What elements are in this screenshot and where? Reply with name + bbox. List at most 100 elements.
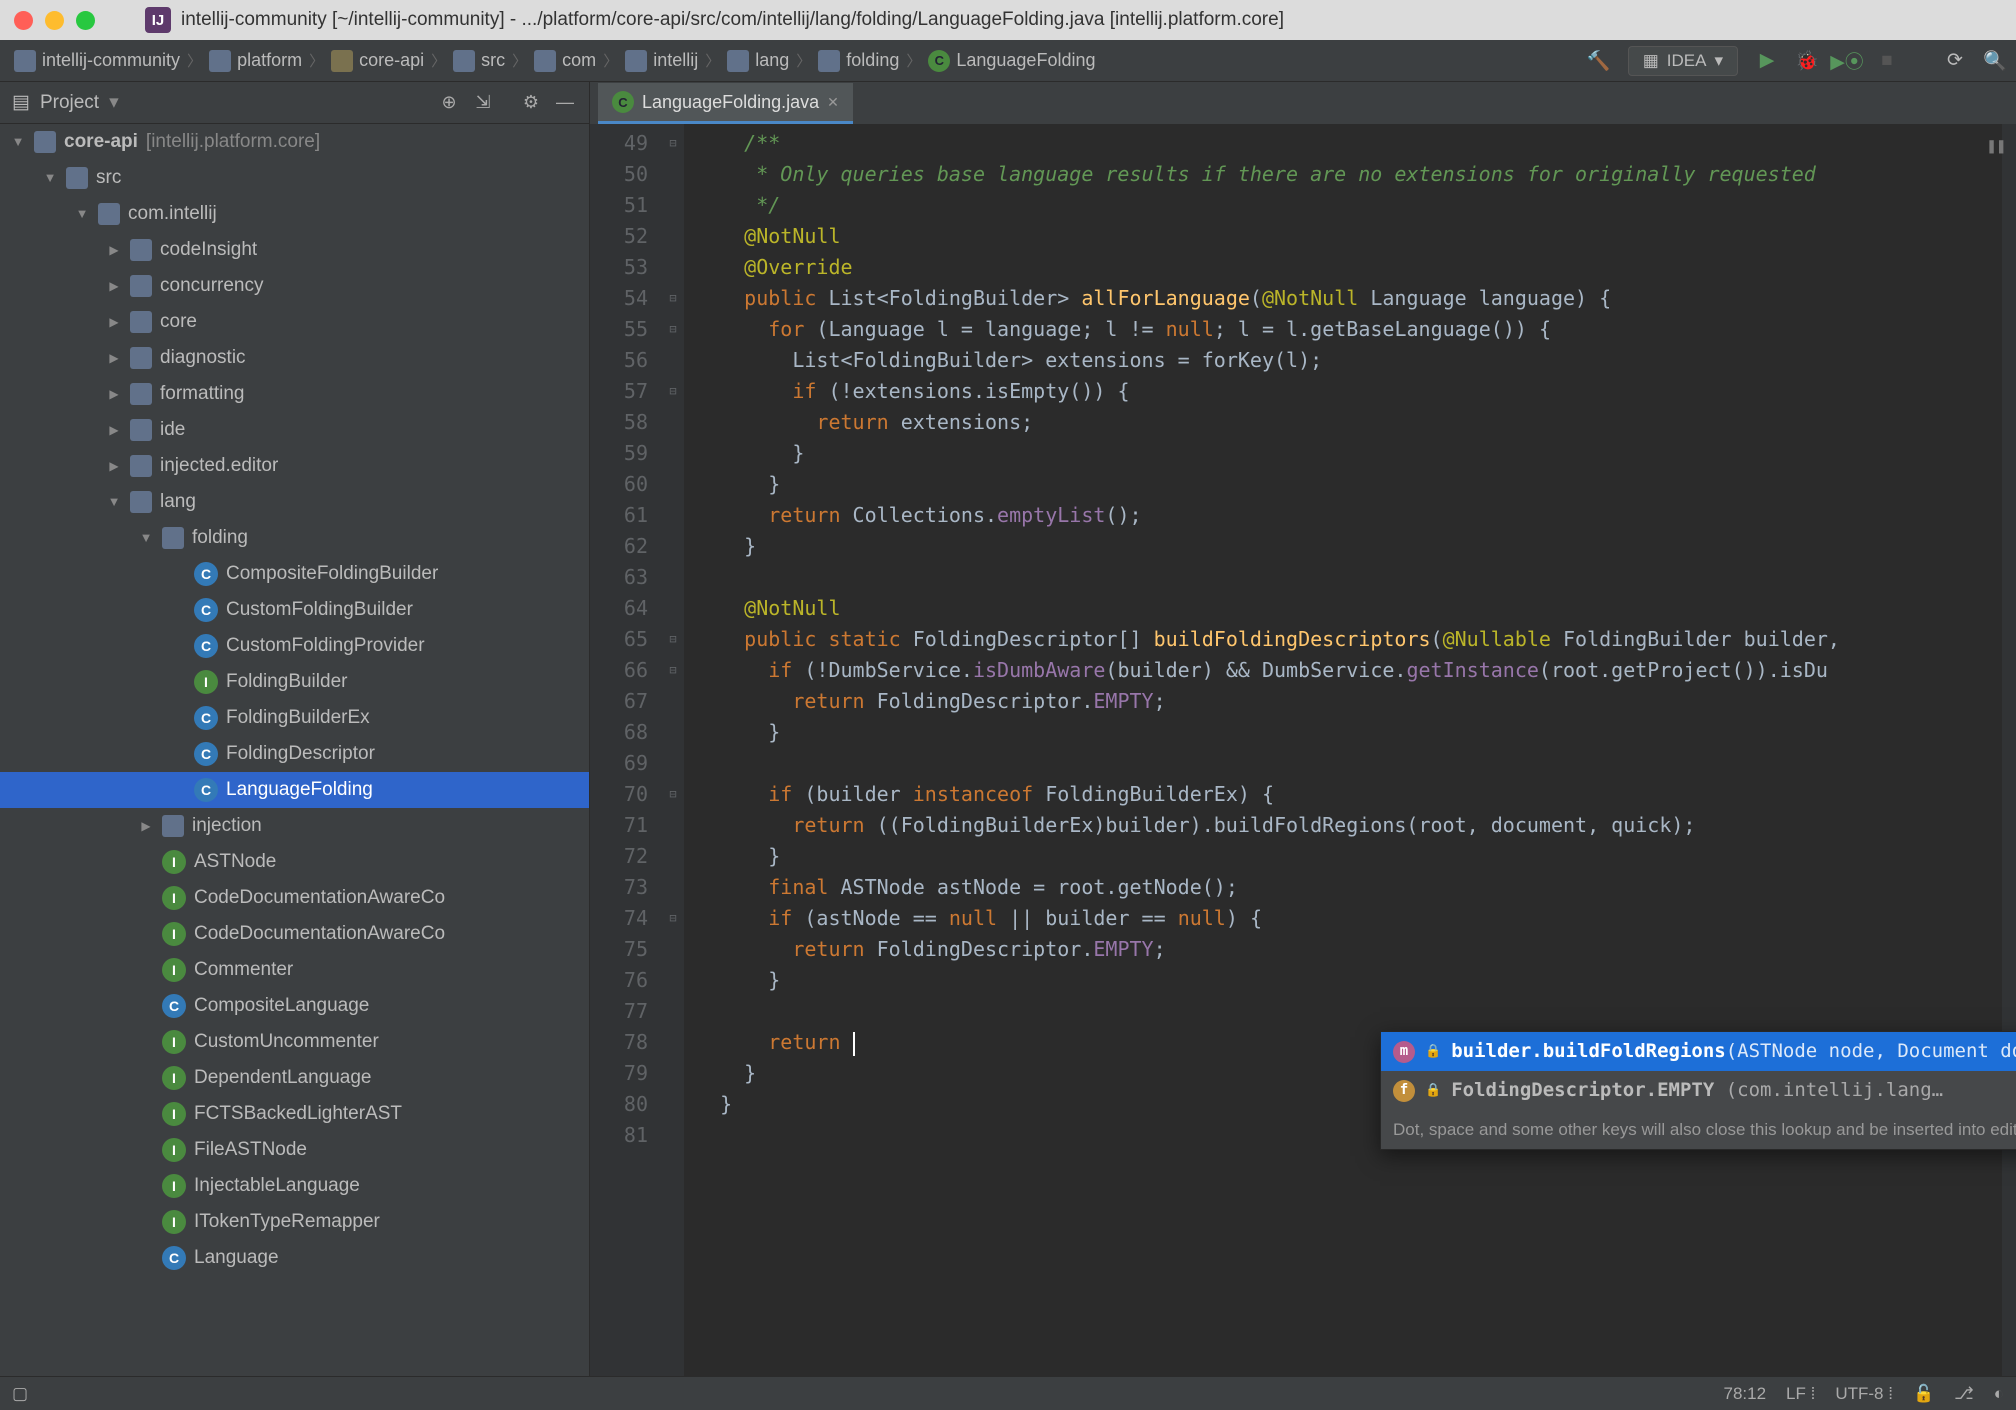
tree-node[interactable]: ICustomUncommenter [0,1024,589,1060]
tree-node[interactable]: CCompositeFoldingBuilder [0,556,589,592]
expand-arrow-icon[interactable] [42,160,58,196]
hide-panel-icon[interactable]: — [553,91,577,115]
tree-node[interactable]: injection [0,808,589,844]
gear-icon[interactable]: ⚙ [519,91,543,115]
build-icon[interactable]: 🔨 [1588,50,1610,72]
tree-node-label: FileASTNode [194,1132,307,1168]
expand-arrow-icon[interactable] [138,808,154,844]
vcs-update-icon[interactable]: ⟳ [1944,50,1966,72]
completion-item[interactable]: m🔒builder.buildFoldRegions(ASTNode node,… [1381,1032,2016,1071]
expand-arrow-icon[interactable] [106,448,122,484]
code-body[interactable]: /** * Only queries base language results… [684,124,2002,1376]
breadcrumb-item[interactable]: CLanguageFolding [924,48,1099,74]
tree-node[interactable]: IFCTSBackedLighterAST [0,1096,589,1132]
inspections-indicator-icon[interactable]: ❚❚ [1987,130,2006,161]
breadcrumb-item[interactable]: core-api [327,48,428,74]
expand-arrow-icon[interactable] [106,268,122,304]
close-tab-icon[interactable]: ✕ [827,94,839,111]
tree-node[interactable]: CCustomFoldingProvider [0,628,589,664]
tree-node[interactable]: concurrency [0,268,589,304]
editor-tab[interactable]: C LanguageFolding.java ✕ [598,83,853,124]
breadcrumb-item[interactable]: src [449,48,509,74]
expand-arrow-icon[interactable] [106,304,122,340]
breadcrumb-item[interactable]: lang [723,48,793,74]
file-encoding[interactable]: UTF-8 ⁞ [1835,1384,1893,1404]
coverage-button[interactable]: ▶⦿ [1836,50,1858,72]
close-window-button[interactable] [14,11,33,30]
breadcrumb-item[interactable]: com [530,48,600,74]
expand-arrow-icon[interactable] [106,232,122,268]
breadcrumb-item[interactable]: folding [814,48,903,74]
debug-button[interactable]: 🐞 [1796,50,1818,72]
fold-gutter[interactable]: ⊟⊟⊟⊟⊟⊟⊟⊟ [662,124,684,1376]
tree-node[interactable]: IFoldingBuilder [0,664,589,700]
tree-node[interactable]: ICodeDocumentationAwareCo [0,880,589,916]
tool-windows-toggle-icon[interactable]: ▢ [12,1384,28,1404]
tree-node[interactable]: IDependentLanguage [0,1060,589,1096]
tree-node[interactable]: IFileASTNode [0,1132,589,1168]
tree-node[interactable]: formatting [0,376,589,412]
caret-position[interactable]: 78:12 [1723,1384,1766,1404]
breadcrumb-item[interactable]: platform [205,48,306,74]
tree-node[interactable]: CFoldingBuilderEx [0,700,589,736]
tree-node[interactable]: IInjectableLanguage [0,1168,589,1204]
window-controls [14,11,95,30]
folder-icon [209,50,231,72]
window-titlebar: IJ intellij-community [~/intellij-commun… [0,0,2016,40]
tree-node[interactable]: core [0,304,589,340]
minimize-window-button[interactable] [45,11,64,30]
tree-node[interactable]: folding [0,520,589,556]
zoom-window-button[interactable] [76,11,95,30]
tree-node[interactable]: lang [0,484,589,520]
tree-node-label: com.intellij [128,196,217,232]
interface-icon: I [162,886,186,910]
locate-icon[interactable]: ⊕ [437,91,461,115]
expand-arrow-icon[interactable] [74,196,90,232]
run-config-selector[interactable]: ▦ IDEA ▾ [1628,46,1738,76]
tree-node[interactable]: diagnostic [0,340,589,376]
tree-node[interactable]: ICodeDocumentationAwareCo [0,916,589,952]
line-number-gutter[interactable]: 4950515253545556575859606162636465666768… [590,124,662,1376]
tree-node[interactable]: CFoldingDescriptor [0,736,589,772]
project-tool-title[interactable]: Project [40,92,99,114]
completion-hint: Dot, space and some other keys will also… [1381,1110,2016,1149]
tree-node[interactable]: src [0,160,589,196]
memory-indicator-icon[interactable]: ◐ [1994,1384,2004,1404]
search-icon[interactable]: 🔍 [1984,50,2006,72]
expand-arrow-icon[interactable] [106,484,122,520]
breadcrumb-item[interactable]: intellij [621,48,702,74]
completion-popup[interactable]: m🔒builder.buildFoldRegions(ASTNode node,… [1380,1031,2016,1150]
expand-arrow-icon[interactable] [106,340,122,376]
tree-node[interactable]: codeInsight [0,232,589,268]
expand-arrow-icon[interactable] [106,412,122,448]
tree-node[interactable]: CCustomFoldingBuilder [0,592,589,628]
tree-node-label: lang [160,484,196,520]
folder-icon [130,275,152,297]
readonly-lock-icon[interactable]: 🔓 [1913,1384,1934,1404]
run-button[interactable]: ▶ [1756,50,1778,72]
project-tree[interactable]: core-api [intellij.platform.core]srccom.… [0,124,589,1376]
collapse-all-icon[interactable]: ⇲ [471,91,495,115]
breadcrumb-item[interactable]: intellij-community [10,48,184,74]
stop-button[interactable]: ■ [1876,50,1898,72]
tree-node[interactable]: core-api [intellij.platform.core] [0,124,589,160]
line-separator[interactable]: LF ⁞ [1786,1384,1815,1404]
code-editor[interactable]: 4950515253545556575859606162636465666768… [590,124,2016,1376]
tree-node[interactable]: IITokenTypeRemapper [0,1204,589,1240]
tree-node[interactable]: injected.editor [0,448,589,484]
tree-node[interactable]: CCompositeLanguage [0,988,589,1024]
tree-node[interactable]: ICommenter [0,952,589,988]
chevron-down-icon[interactable]: ▾ [109,91,119,114]
tree-node[interactable]: CLanguageFolding [0,772,589,808]
expand-arrow-icon[interactable] [106,376,122,412]
tree-node[interactable]: CLanguage [0,1240,589,1276]
marker-bar[interactable] [2002,124,2016,1376]
vcs-branch-icon[interactable]: ⎇ [1954,1384,1974,1404]
completion-item[interactable]: f🔒FoldingDescriptor.EMPTY (com.intellij.… [1381,1071,2016,1110]
tree-node[interactable]: ide [0,412,589,448]
expand-arrow-icon[interactable] [10,124,26,160]
tree-node[interactable]: com.intellij [0,196,589,232]
breadcrumb-separator: 〉 [793,50,814,71]
tree-node[interactable]: IASTNode [0,844,589,880]
expand-arrow-icon[interactable] [138,520,154,556]
